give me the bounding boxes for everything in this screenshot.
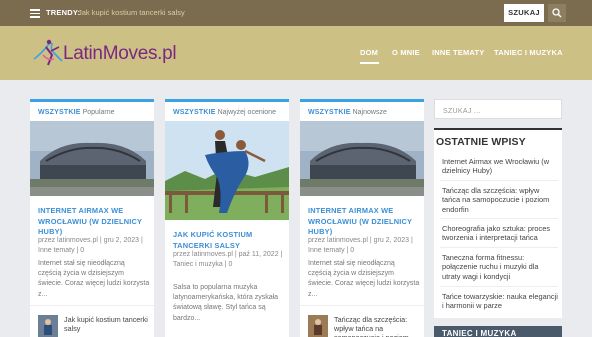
site-header: LatinMoves.pl DOM O MNIE INNE TEMATY TAN… <box>0 26 592 80</box>
recent-posts-widget: OSTATNIE WPISY Internet Airmax we Wrocła… <box>434 128 562 318</box>
card-title[interactable]: JAK KUPIĆ KOSTIUM TANCERKI SALSY <box>173 230 283 251</box>
card-meta: przez latinmoves.pl | gru 2, 2023 | Inne… <box>308 237 413 254</box>
nav-o-mnie[interactable]: O MNIE <box>392 48 420 57</box>
related-post[interactable]: Jak kupić kostium tancerki salsy <box>38 315 150 337</box>
related-thumbnail <box>38 315 58 337</box>
widget-divider <box>440 180 558 181</box>
related-thumbnail <box>308 315 328 337</box>
widget-divider <box>440 247 558 248</box>
hamburger-icon[interactable] <box>30 9 40 18</box>
card-meta: przez latinmoves.pl | paź 11, 2022 | Tan… <box>173 251 283 268</box>
widget-divider <box>440 286 558 287</box>
card-category: WSZYSTKIE Popularne <box>38 109 115 116</box>
magnifier-icon[interactable] <box>548 4 566 22</box>
sidebar-search-input[interactable] <box>435 102 561 121</box>
stadium-image[interactable] <box>300 121 424 196</box>
post-card-top-rated: WSZYSTKIE Najwyżej ocenione JAK KUPIĆ KO… <box>165 99 289 337</box>
card-category: WSZYSTKIE Najnowsze <box>308 109 387 116</box>
stadium-image[interactable] <box>30 121 154 196</box>
recent-post-link[interactable]: Taneczna forma fitnessu: połączenie ruch… <box>442 253 558 281</box>
dancer-logo-icon[interactable] <box>28 35 68 69</box>
nav-taniec-i-muzyka[interactable]: TANIEC I MUZYKA <box>494 48 563 57</box>
dancers-image[interactable] <box>165 121 289 220</box>
card-divider <box>300 305 424 306</box>
trendy-link[interactable]: Jak kupić kostium tancerki salsy <box>78 8 185 17</box>
card-meta: przez latinmoves.pl | gru 2, 2023 | Inne… <box>38 237 143 254</box>
related-title: Jak kupić kostium tancerki salsy <box>64 315 148 333</box>
recent-post-link[interactable]: Tańcząc dla szczęścia: wpływ tańca na sa… <box>442 186 558 214</box>
widget-title: TANIEC I MUZYKA <box>442 329 517 337</box>
recent-post-link[interactable]: Tańce towarzyskie: nauka elegancji i har… <box>442 292 558 311</box>
recent-post-link[interactable]: Choreografia jako sztuka: proces tworzen… <box>442 224 558 243</box>
site-logo-text[interactable]: LatinMoves.pl <box>63 43 177 65</box>
card-excerpt: Internet stał się nieodłączną częścią ży… <box>308 260 420 298</box>
related-post[interactable]: Tańcząc dla szczęścia: wpływ tańca na sa… <box>308 315 420 337</box>
card-excerpt: Internet stał się nieodłączną częścią ży… <box>38 260 150 298</box>
related-title: Tańcząc dla szczęścia: wpływ tańca na sa… <box>334 315 409 337</box>
category-widget-header: TANIEC I MUZYKA <box>434 326 562 337</box>
post-card-popular: WSZYSTKIE Popularne INTERNET AIRMAX WE W… <box>30 99 154 337</box>
trendy-label: TRENDY: <box>46 8 81 17</box>
recent-post-link[interactable]: Internet Airmax we Wrocławiu (w dzielnic… <box>442 157 558 176</box>
post-card-newest: WSZYSTKIE Najnowsze INTERNET AIRMAX WE W… <box>300 99 424 337</box>
card-category: WSZYSTKIE Najwyżej ocenione <box>173 109 276 116</box>
widget-divider <box>440 218 558 219</box>
nav-active-underline <box>360 62 379 64</box>
search-button[interactable]: SZUKAJ <box>504 4 544 22</box>
widget-title: OSTATNIE WPISY <box>436 136 526 148</box>
nav-dom[interactable]: DOM <box>360 48 378 57</box>
top-bar: TRENDY: Jak kupić kostium tancerki salsy… <box>0 0 592 26</box>
sidebar-search[interactable] <box>434 99 562 121</box>
nav-inne-tematy[interactable]: INNE TEMATY <box>432 48 484 57</box>
card-title[interactable]: INTERNET AIRMAX WE WROCŁAWIU (W DZIELNIC… <box>308 206 418 238</box>
card-title[interactable]: INTERNET AIRMAX WE WROCŁAWIU (W DZIELNIC… <box>38 206 148 238</box>
card-excerpt: Salsa to popularna muzyka latynoamerykań… <box>173 284 279 322</box>
card-divider <box>30 305 154 306</box>
